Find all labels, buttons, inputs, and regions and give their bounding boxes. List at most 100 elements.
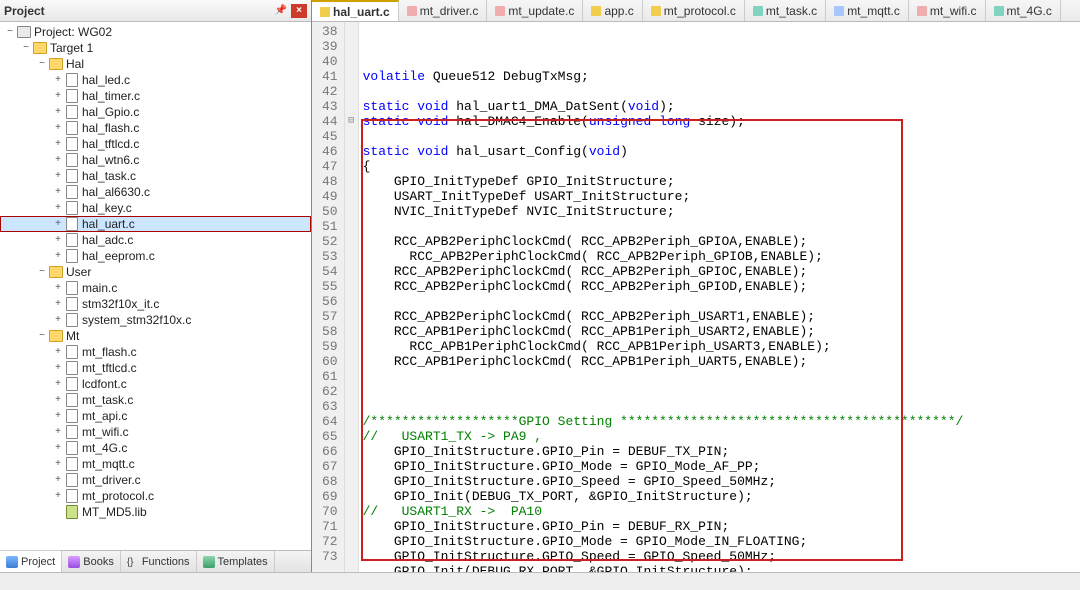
tree-item[interactable]: +mt_wifi.c <box>0 424 311 440</box>
expander-icon[interactable]: + <box>52 456 64 472</box>
expander-icon[interactable]: + <box>52 248 64 264</box>
expander-icon[interactable]: + <box>52 296 64 312</box>
code-line[interactable]: RCC_APB2PeriphClockCmd( RCC_APB2Periph_G… <box>363 264 1076 279</box>
tree-item[interactable]: −User <box>0 264 311 280</box>
tree-item[interactable]: +system_stm32f10x.c <box>0 312 311 328</box>
code-line[interactable]: GPIO_InitStructure.GPIO_Speed = GPIO_Spe… <box>363 549 1076 564</box>
code-line[interactable]: { <box>363 159 1076 174</box>
code-line[interactable]: GPIO_InitTypeDef GPIO_InitStructure; <box>363 174 1076 189</box>
expander-icon[interactable]: + <box>52 472 64 488</box>
panel-tab-functions[interactable]: Functions <box>121 551 197 572</box>
tree-item[interactable]: +hal_tftlcd.c <box>0 136 311 152</box>
tree-item[interactable]: +hal_task.c <box>0 168 311 184</box>
code-line[interactable]: /*******************GPIO Setting *******… <box>363 414 1076 429</box>
fold-marker[interactable] <box>345 234 358 249</box>
expander-icon[interactable]: + <box>52 392 64 408</box>
fold-marker[interactable] <box>345 279 358 294</box>
code-line[interactable] <box>363 219 1076 234</box>
editor-tab[interactable]: mt_update.c <box>487 0 583 21</box>
fold-marker[interactable] <box>345 339 358 354</box>
editor-tab[interactable]: mt_4G.c <box>986 0 1061 21</box>
fold-marker[interactable] <box>345 399 358 414</box>
tree-item[interactable]: −Target 1 <box>0 40 311 56</box>
fold-marker[interactable] <box>345 84 358 99</box>
expander-icon[interactable]: − <box>20 40 32 56</box>
code-line[interactable] <box>363 399 1076 414</box>
fold-marker[interactable] <box>345 324 358 339</box>
fold-marker[interactable] <box>345 54 358 69</box>
tree-item[interactable]: +main.c <box>0 280 311 296</box>
tree-item[interactable]: +hal_adc.c <box>0 232 311 248</box>
code-line[interactable]: RCC_APB2PeriphClockCmd( RCC_APB2Periph_G… <box>363 234 1076 249</box>
expander-icon[interactable]: + <box>52 344 64 360</box>
fold-marker[interactable] <box>345 69 358 84</box>
fold-marker[interactable] <box>345 174 358 189</box>
code-line[interactable]: static void hal_DMAC4_Enable(unsigned lo… <box>363 114 1076 129</box>
tree-item[interactable]: +mt_task.c <box>0 392 311 408</box>
fold-marker[interactable] <box>345 534 358 549</box>
code-line[interactable]: volatile Queue512 DebugTxMsg; <box>363 69 1076 84</box>
fold-marker[interactable] <box>345 444 358 459</box>
tree-item[interactable]: +hal_Gpio.c <box>0 104 311 120</box>
expander-icon[interactable]: + <box>52 488 64 504</box>
fold-marker[interactable] <box>345 309 358 324</box>
code-line[interactable] <box>363 369 1076 384</box>
fold-marker[interactable]: ⊟ <box>345 114 358 129</box>
tree-item[interactable]: +mt_driver.c <box>0 472 311 488</box>
expander-icon[interactable]: + <box>52 440 64 456</box>
fold-marker[interactable] <box>345 159 358 174</box>
tree-item[interactable]: MT_MD5.lib <box>0 504 311 520</box>
expander-icon[interactable]: + <box>52 72 64 88</box>
tree-item[interactable]: +lcdfont.c <box>0 376 311 392</box>
editor-tab[interactable]: mt_driver.c <box>399 0 488 21</box>
code-line[interactable]: // USART1_RX -> PA10 <box>363 504 1076 519</box>
tree-item[interactable]: +hal_wtn6.c <box>0 152 311 168</box>
tree-item[interactable]: −Mt <box>0 328 311 344</box>
code-line[interactable]: RCC_APB2PeriphClockCmd( RCC_APB2Periph_U… <box>363 309 1076 324</box>
fold-marker[interactable] <box>345 39 358 54</box>
panel-tab-templates[interactable]: Templates <box>197 551 275 572</box>
code-line[interactable]: GPIO_Init(DEBUG_TX_PORT, &GPIO_InitStruc… <box>363 489 1076 504</box>
tree-item[interactable]: +stm32f10x_it.c <box>0 296 311 312</box>
fold-marker[interactable] <box>345 414 358 429</box>
panel-pin-icon[interactable]: 📌 <box>273 4 289 18</box>
fold-marker[interactable] <box>345 354 358 369</box>
tree-item-selected[interactable]: +hal_uart.c <box>0 216 311 232</box>
code-line[interactable]: // USART1_TX -> PA9 , <box>363 429 1076 444</box>
code-line[interactable]: NVIC_InitTypeDef NVIC_InitStructure; <box>363 204 1076 219</box>
tree-item[interactable]: +hal_timer.c <box>0 88 311 104</box>
code-line[interactable] <box>363 294 1076 309</box>
tree-item[interactable]: +mt_tftlcd.c <box>0 360 311 376</box>
tree-item[interactable]: +hal_led.c <box>0 72 311 88</box>
expander-icon[interactable]: + <box>52 360 64 376</box>
code-line[interactable] <box>363 129 1076 144</box>
expander-icon[interactable]: + <box>52 312 64 328</box>
editor-tab[interactable]: hal_uart.c <box>312 0 399 22</box>
fold-marker[interactable] <box>345 489 358 504</box>
code-editor[interactable]: 3839404142434445464748495051525354555657… <box>312 22 1080 572</box>
expander-icon[interactable]: + <box>52 152 64 168</box>
code-line[interactable]: GPIO_InitStructure.GPIO_Pin = DEBUF_RX_P… <box>363 519 1076 534</box>
tree-item[interactable]: +mt_flash.c <box>0 344 311 360</box>
expander-icon[interactable]: + <box>52 168 64 184</box>
editor-tab[interactable]: mt_wifi.c <box>909 0 986 21</box>
code-line[interactable]: USART_InitTypeDef USART_InitStructure; <box>363 189 1076 204</box>
expander-icon[interactable]: + <box>52 200 64 216</box>
expander-icon[interactable]: + <box>52 376 64 392</box>
expander-icon[interactable]: + <box>52 104 64 120</box>
code-line[interactable]: RCC_APB2PeriphClockCmd( RCC_APB2Periph_G… <box>363 249 1076 264</box>
fold-marker[interactable] <box>345 189 358 204</box>
expander-icon[interactable]: − <box>4 24 16 40</box>
fold-marker[interactable] <box>345 249 358 264</box>
panel-tab-books[interactable]: Books <box>62 551 121 572</box>
fold-column[interactable]: ⊟ <box>345 22 359 572</box>
editor-tab[interactable]: mt_mqtt.c <box>826 0 909 21</box>
code-line[interactable]: static void hal_usart_Config(void) <box>363 144 1076 159</box>
fold-marker[interactable] <box>345 549 358 564</box>
code-line[interactable] <box>363 384 1076 399</box>
code-line[interactable]: RCC_APB1PeriphClockCmd( RCC_APB1Periph_U… <box>363 354 1076 369</box>
expander-icon[interactable]: + <box>52 232 64 248</box>
tree-item[interactable]: −Project: WG02 <box>0 24 311 40</box>
code-line[interactable]: GPIO_InitStructure.GPIO_Pin = DEBUF_TX_P… <box>363 444 1076 459</box>
code-line[interactable]: GPIO_InitStructure.GPIO_Speed = GPIO_Spe… <box>363 474 1076 489</box>
